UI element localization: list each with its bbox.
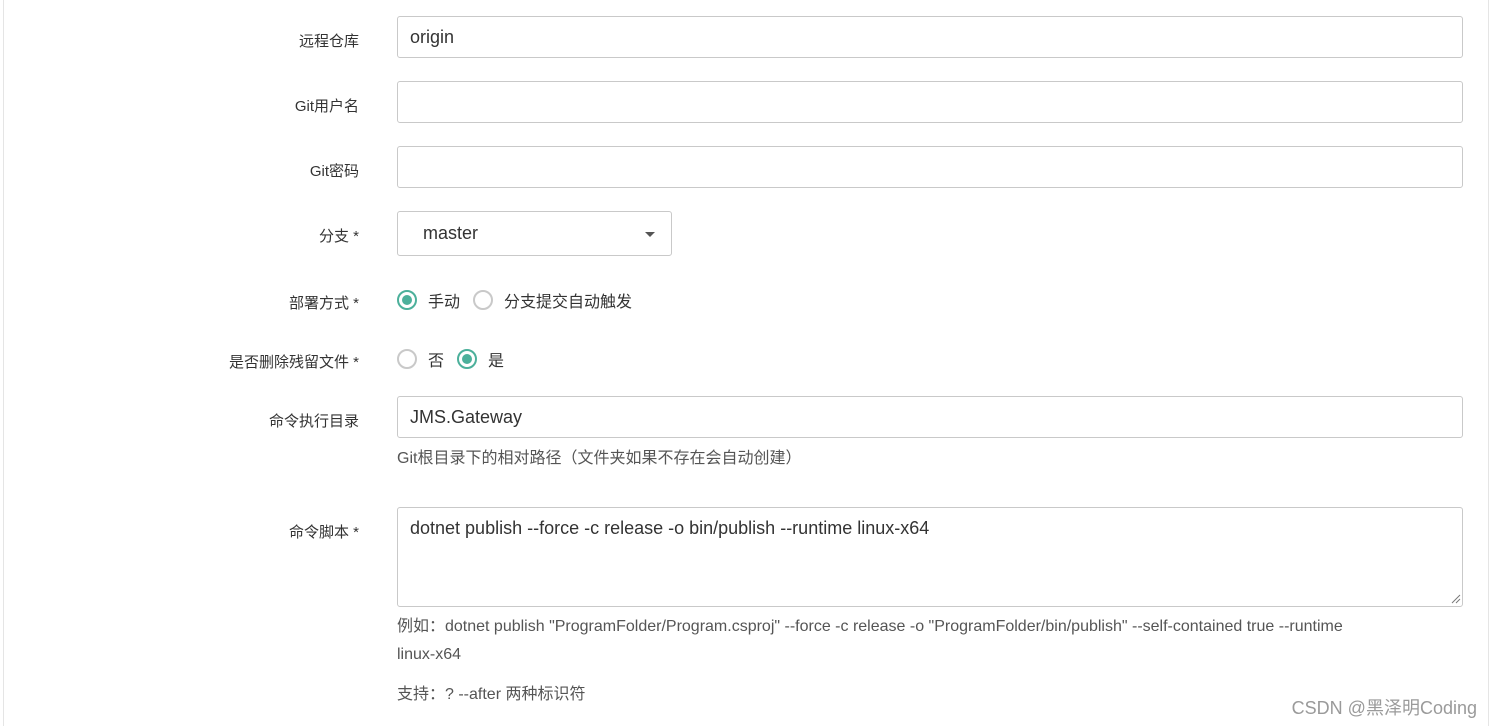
radio-checked-icon[interactable]	[457, 349, 478, 369]
delete-residual-no-label: 否	[428, 353, 445, 370]
chevron-down-icon	[645, 232, 655, 237]
deploy-mode-manual-label: 手动	[428, 294, 461, 311]
remote-repo-input[interactable]	[397, 16, 1463, 58]
command-dir-help: Git根目录下的相对路径（文件夹如果不存在会自动创建）	[397, 450, 802, 467]
command-dir-input[interactable]	[397, 396, 1463, 438]
delete-residual-option-no[interactable]: 否	[397, 347, 444, 371]
git-username-input[interactable]	[397, 81, 1463, 123]
radio-unchecked-icon[interactable]	[473, 290, 494, 310]
remote-repo-label: 远程仓库	[298, 33, 359, 50]
delete-residual-yes-label: 是	[488, 353, 505, 370]
resize-grip-icon[interactable]	[1449, 592, 1461, 604]
command-script-example-line1: 例如：dotnet publish "ProgramFolder/Program…	[397, 618, 1343, 635]
git-password-input[interactable]	[397, 146, 1463, 188]
deploy-mode-option-manual[interactable]: 手动	[397, 288, 460, 312]
git-password-label: Git密码	[309, 163, 359, 180]
deploy-mode-auto-label: 分支提交自动触发	[504, 294, 633, 311]
git-username-label: Git用户名	[294, 98, 359, 115]
radio-unchecked-icon[interactable]	[397, 349, 417, 369]
delete-residual-label: 是否删除残留文件 *	[228, 354, 359, 371]
delete-residual-radio-group: 否 是	[397, 347, 517, 371]
deploy-mode-option-auto[interactable]: 分支提交自动触发	[473, 288, 632, 312]
command-script-label: 命令脚本 *	[288, 524, 359, 541]
left-border	[3, 0, 4, 726]
deploy-mode-label: 部署方式 *	[288, 295, 359, 312]
radio-checked-icon[interactable]	[397, 290, 417, 310]
command-script-support-note: 支持：? --after 两种标识符	[397, 686, 586, 703]
command-dir-label: 命令执行目录	[268, 413, 359, 430]
deploy-config-form: 远程仓库 Git用户名 Git密码 分支 * master 部署方式 * 手动 …	[0, 0, 1491, 726]
branch-selected-value: master	[423, 223, 479, 243]
watermark-text: CSDN @黑泽明Coding	[1291, 698, 1477, 718]
command-script-example-line2: linux-x64	[397, 646, 462, 663]
branch-select[interactable]: master	[397, 211, 672, 256]
right-border	[1488, 0, 1489, 726]
delete-residual-option-yes[interactable]: 是	[457, 347, 504, 371]
deploy-mode-radio-group: 手动 分支提交自动触发	[397, 288, 645, 312]
branch-label: 分支 *	[318, 228, 359, 245]
command-script-textarea[interactable]: dotnet publish --force -c release -o bin…	[397, 507, 1463, 607]
